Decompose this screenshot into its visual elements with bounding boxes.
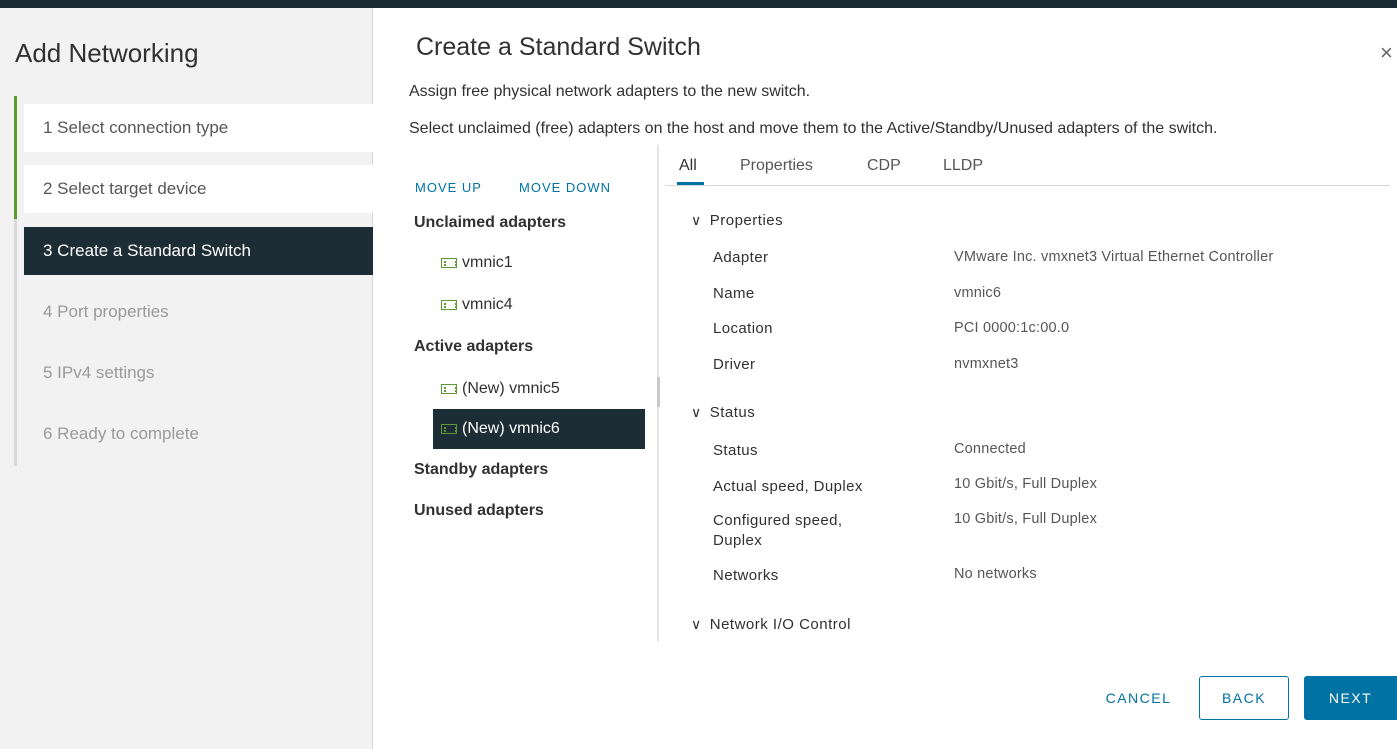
properties-section-toggle[interactable]: ∨ Properties — [691, 212, 783, 229]
wizard-sidebar: Add Networking 1 Select connection type … — [0, 8, 373, 749]
page-title: Create a Standard Switch — [416, 33, 701, 61]
name-label: Name — [713, 285, 755, 302]
step-create-standard-switch[interactable]: 3 Create a Standard Switch — [24, 227, 373, 275]
unclaimed-adapters-heading: Unclaimed adapters — [414, 214, 567, 231]
tab-all[interactable]: All — [679, 157, 697, 175]
configured-speed-value: 10 Gbit/s, Full Duplex — [954, 511, 1098, 527]
configured-speed-label: Configured speed, — [713, 512, 843, 529]
tab-lldp[interactable]: LLDP — [943, 157, 983, 175]
step-ready-to-complete: 6 Ready to complete — [43, 424, 199, 443]
network-adapter-icon — [441, 424, 457, 434]
adapter-item-vmnic4[interactable]: vmnic4 — [433, 285, 645, 325]
steps-progress — [14, 96, 17, 219]
actual-speed-value: 10 Gbit/s, Full Duplex — [954, 476, 1098, 492]
adapter-value: VMware Inc. vmxnet3 Virtual Ethernet Con… — [954, 249, 1274, 265]
top-header-bar — [0, 0, 1397, 8]
active-adapters-heading: Active adapters — [414, 338, 534, 355]
adapter-item-vmnic6-selected[interactable]: (New) vmnic6 — [433, 409, 645, 449]
adapter-label: (New) vmnic5 — [462, 380, 560, 397]
chevron-down-icon: ∨ — [691, 404, 702, 420]
chevron-down-icon: ∨ — [691, 212, 702, 228]
step-select-target-device[interactable]: 2 Select target device — [24, 165, 373, 213]
name-value: vmnic6 — [954, 285, 1002, 301]
location-label: Location — [713, 320, 773, 337]
status-label: Status — [713, 442, 758, 459]
driver-value: nvmxnet3 — [954, 356, 1019, 372]
network-adapter-icon — [441, 258, 457, 268]
unused-adapters-heading: Unused adapters — [414, 502, 544, 519]
page-description: Assign free physical network adapters to… — [409, 83, 811, 100]
actual-speed-label: Actual speed, Duplex — [713, 478, 863, 495]
adapter-item-vmnic1[interactable]: vmnic1 — [433, 243, 645, 283]
step-select-connection-type[interactable]: 1 Select connection type — [24, 104, 373, 152]
networks-value: No networks — [954, 566, 1037, 582]
tab-divider — [665, 185, 1390, 186]
driver-label: Driver — [713, 356, 756, 373]
configured-speed-label-line2: Duplex — [713, 532, 763, 549]
location-value: PCI 0000:1c:00.0 — [954, 320, 1070, 336]
adapter-item-vmnic5[interactable]: (New) vmnic5 — [433, 369, 645, 409]
tab-cdp[interactable]: CDP — [867, 157, 901, 175]
section-title: Status — [709, 404, 756, 421]
chevron-down-icon: ∨ — [691, 616, 702, 632]
network-adapter-icon — [441, 300, 457, 310]
adapter-label: Adapter — [713, 249, 769, 266]
close-icon[interactable]: × — [1380, 40, 1393, 66]
step-ipv4-settings: 5 IPv4 settings — [43, 363, 155, 382]
next-button[interactable]: NEXT — [1304, 676, 1397, 720]
adapter-label: vmnic4 — [462, 296, 513, 313]
step-port-properties: 4 Port properties — [43, 302, 169, 321]
back-button[interactable]: BACK — [1199, 676, 1289, 720]
network-adapter-icon — [441, 384, 457, 394]
move-up-button[interactable]: MOVE UP — [415, 180, 482, 195]
standby-adapters-heading: Standby adapters — [414, 461, 549, 478]
networks-label: Networks — [713, 567, 779, 584]
panel-resize-handle[interactable] — [657, 377, 660, 407]
status-value: Connected — [954, 441, 1026, 457]
tab-properties[interactable]: Properties — [740, 157, 813, 175]
wizard-title: Add Networking — [15, 38, 199, 68]
status-section-toggle[interactable]: ∨ Status — [691, 404, 755, 421]
move-down-button[interactable]: MOVE DOWN — [519, 180, 611, 195]
nioc-section-toggle[interactable]: ∨ Network I/O Control — [691, 616, 851, 633]
page-instructions: Select unclaimed (free) adapters on the … — [409, 120, 1218, 137]
section-title: Properties — [709, 212, 784, 229]
adapter-label: vmnic1 — [462, 254, 513, 271]
cancel-button[interactable]: CANCEL — [1090, 676, 1187, 720]
adapter-label: (New) vmnic6 — [462, 420, 560, 437]
section-title: Network I/O Control — [709, 616, 851, 633]
